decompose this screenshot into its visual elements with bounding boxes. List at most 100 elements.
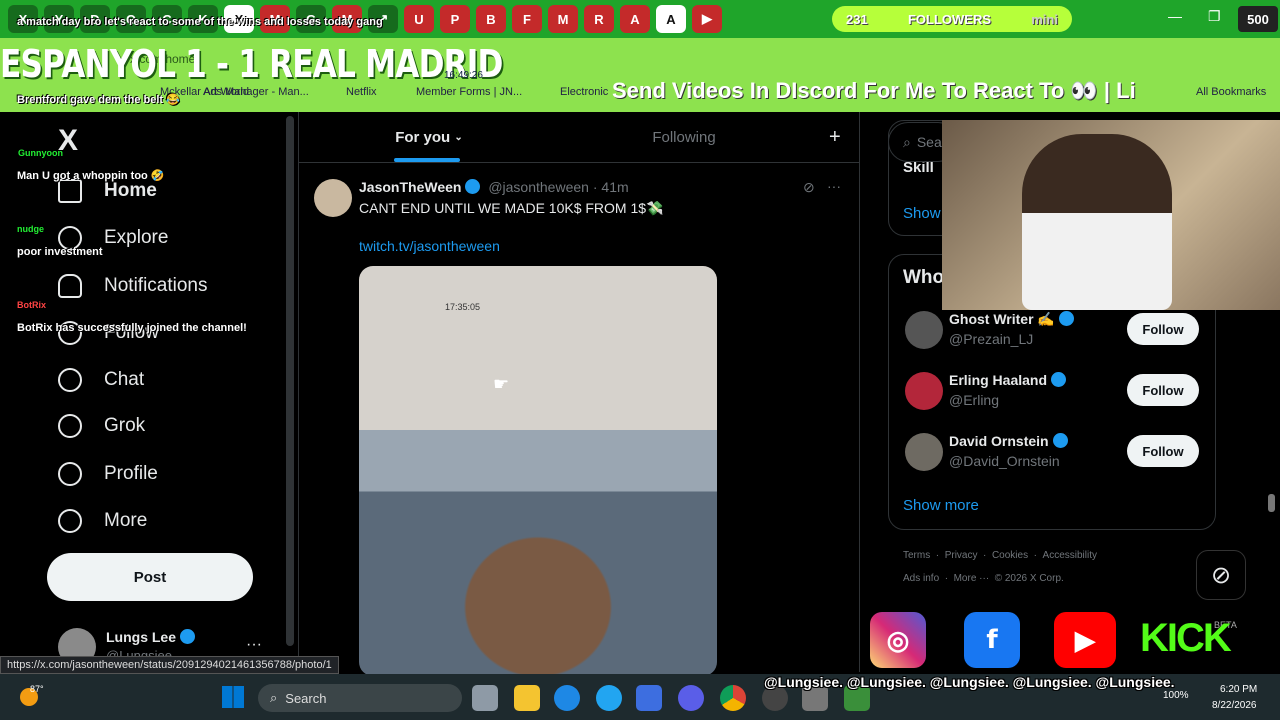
main-feed: For you ⌄ Following + JasonTheWeen @jaso… — [298, 112, 860, 676]
suggestion-handle: @Erling — [949, 392, 1000, 408]
follow-button[interactable]: Follow — [1127, 374, 1199, 406]
tab-label: For you — [395, 128, 451, 146]
suggestion-handle: @Prezain_LJ — [949, 331, 1034, 347]
show-more-trends[interactable]: Show — [903, 205, 941, 222]
tweet-time[interactable]: 41m — [601, 179, 628, 195]
add-tab-icon[interactable]: + — [829, 126, 841, 149]
taskbar-clock[interactable]: 6:20 PM — [1220, 684, 1257, 695]
nav-notifications[interactable]: Notifications — [58, 274, 208, 298]
tweet-text: CANT END UNTIL WE MADE 10K$ FROM 1$💸 — [359, 200, 664, 216]
nav-home[interactable]: Home — [58, 179, 157, 203]
verified-icon — [1058, 311, 1074, 326]
tab-for-you[interactable]: For you ⌄ — [379, 112, 479, 162]
show-more-link[interactable]: Show more — [903, 497, 979, 514]
nav-chat[interactable]: Chat — [58, 368, 144, 392]
tab-icon[interactable]: A — [620, 5, 650, 33]
nav-label: Grok — [104, 415, 146, 436]
link-status-bar: https://x.com/jasontheween/status/209129… — [0, 656, 339, 674]
stream-alert: a match day bro let's react to some of t… — [17, 16, 383, 28]
edge-icon[interactable] — [596, 685, 622, 711]
windows-start-icon[interactable] — [222, 686, 244, 708]
tweet-author-avatar[interactable] — [314, 179, 352, 217]
nav-grok[interactable]: Grok — [58, 414, 145, 438]
account-name[interactable]: Lungs Lee — [106, 629, 196, 645]
battery-level: 100% — [1163, 690, 1189, 701]
chat-message: BotRix has successfully joined the chann… — [17, 322, 247, 334]
tab-icon[interactable]: M — [548, 5, 578, 33]
nav-label: Profile — [104, 463, 158, 484]
chat-message: Man U got a whoppin too 🤣 — [17, 170, 165, 182]
taskbar-search[interactable]: ⌕ Search — [258, 684, 462, 712]
footer-privacy[interactable]: Privacy — [945, 550, 978, 561]
store-icon[interactable] — [636, 685, 662, 711]
suggestion-avatar[interactable] — [905, 311, 943, 349]
kick-logo-icon: KICK — [1140, 616, 1232, 660]
bookmark-item[interactable]: Member Forms | JN... — [416, 86, 522, 98]
tweet-link[interactable]: twitch.tv/jasontheween — [359, 238, 500, 254]
bookmark-item[interactable]: Netflix — [346, 86, 377, 98]
tab-icon[interactable]: U — [404, 5, 434, 33]
follow-button[interactable]: Follow — [1127, 313, 1199, 345]
youtube-tab-icon[interactable]: ▶ — [692, 5, 722, 33]
facebook-icon: f — [964, 612, 1020, 668]
post-button[interactable]: Post — [47, 553, 253, 601]
nav-more[interactable]: More — [58, 509, 147, 533]
bookmark-item[interactable]: Ads Manager - Man... — [203, 86, 309, 98]
verified-icon — [1052, 433, 1068, 448]
tweet-author-handle[interactable]: @jasontheween — [488, 179, 589, 195]
tweet-photo[interactable]: 17:35:05 — [359, 266, 717, 676]
tweet-author-name[interactable]: JasonTheWeen — [359, 179, 461, 195]
nav-label: More — [104, 510, 148, 531]
suggestion-name-text: David Ornstein — [949, 433, 1049, 449]
suggestion-avatar[interactable] — [905, 433, 943, 471]
suggestion-name[interactable]: Erling Haaland — [949, 372, 1067, 388]
task-view-icon[interactable] — [472, 685, 498, 711]
webcam-overlay — [942, 120, 1280, 310]
bookmark-item[interactable]: Electronic — [560, 86, 608, 98]
tab-icon[interactable]: B — [476, 5, 506, 33]
suggestion-name[interactable]: Ghost Writer ✍️ — [949, 311, 1074, 328]
followers-count: 231 — [846, 11, 868, 27]
tab-following[interactable]: Following — [639, 112, 729, 162]
left-scrollbar[interactable] — [286, 116, 294, 646]
chat-username: Gunnyoon — [18, 148, 63, 158]
footer-links: Terms · Privacy · Cookies · Accessibilit… — [903, 550, 1097, 561]
tab-icon[interactable]: A — [656, 5, 686, 33]
photo-people — [369, 446, 707, 676]
suggestion-name-text: Ghost Writer ✍️ — [949, 311, 1055, 327]
file-explorer-icon[interactable] — [514, 685, 540, 711]
chat-icon — [58, 368, 82, 392]
tab-icon[interactable]: F — [512, 5, 542, 33]
youtube-icon: ▶ — [1054, 612, 1116, 668]
account-name-text: Lungs Lee — [106, 629, 177, 645]
grok-explain-icon[interactable]: ⊘ — [803, 179, 815, 196]
footer-ads-info[interactable]: Ads info — [903, 573, 939, 584]
suggestion-name[interactable]: David Ornstein — [949, 433, 1068, 449]
weather-temp: 87° — [30, 684, 44, 694]
tweet-more-icon[interactable]: ··· — [827, 178, 841, 194]
page-scrollbar[interactable] — [1268, 494, 1275, 512]
footer-more[interactable]: More ··· — [954, 573, 990, 584]
footer-terms[interactable]: Terms — [903, 550, 930, 561]
restore-button[interactable]: ❐ — [1208, 8, 1221, 25]
chrome-icon[interactable] — [720, 685, 746, 711]
taskbar-date[interactable]: 8/22/2026 — [1212, 700, 1257, 711]
home-icon — [58, 179, 82, 203]
grok-floating-icon[interactable]: ⊘ — [1196, 550, 1246, 600]
followers-label: FOLLOWERS — [907, 11, 991, 27]
help-icon[interactable] — [554, 685, 580, 711]
tab-icon[interactable]: R — [584, 5, 614, 33]
minimize-button[interactable]: — — [1168, 8, 1182, 24]
more-circle-icon — [58, 509, 82, 533]
account-more-icon[interactable]: ··· — [246, 636, 262, 654]
nav-profile[interactable]: Profile — [58, 462, 158, 486]
copilot-icon[interactable] — [678, 685, 704, 711]
tab-icon[interactable]: P — [440, 5, 470, 33]
followers-extra: mini — [1031, 11, 1058, 27]
suggestion-avatar[interactable] — [905, 372, 943, 410]
footer-accessibility[interactable]: Accessibility — [1043, 550, 1097, 561]
footer-cookies[interactable]: Cookies — [992, 550, 1028, 561]
all-bookmarks[interactable]: All Bookmarks — [1196, 86, 1266, 98]
mouse-cursor-icon: ☛ — [493, 374, 510, 394]
follow-button[interactable]: Follow — [1127, 435, 1199, 467]
